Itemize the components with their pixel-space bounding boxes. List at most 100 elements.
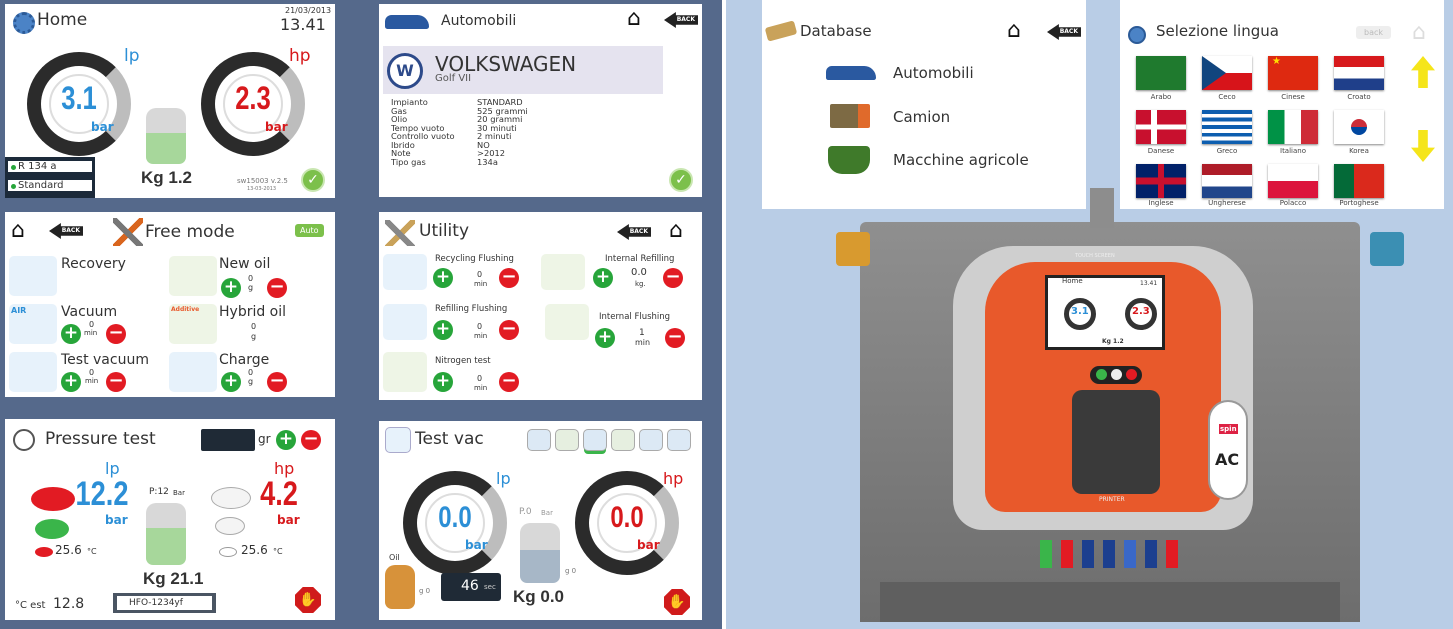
test-vacuum-label: Test vacuum <box>61 352 149 368</box>
scroll-up-arrow-icon[interactable] <box>1411 56 1435 88</box>
flag-ceco[interactable] <box>1202 56 1252 90</box>
charge-icon[interactable] <box>169 352 217 392</box>
flag-danese[interactable] <box>1136 110 1186 144</box>
mini-hp-value: 2.3 <box>1132 306 1150 317</box>
confirm-button[interactable]: ✓ <box>669 168 693 192</box>
flag-ungherese[interactable] <box>1202 164 1252 198</box>
refilling-value: 0 <box>477 322 483 331</box>
internal-refilling-plus-button[interactable]: + <box>593 268 613 288</box>
nitrogen-minus-button[interactable]: − <box>499 372 519 392</box>
spec-value: 134a <box>477 156 498 167</box>
back-button[interactable]: BACK <box>49 223 83 239</box>
confirm-button[interactable]: ✓ <box>301 168 325 192</box>
database-item-macchine-agricole[interactable]: Macchine agricole <box>893 151 1029 169</box>
oil-label: Oil <box>389 553 400 562</box>
internal-refilling-minus-button[interactable]: − <box>663 268 683 288</box>
oil-bottle-icon <box>385 565 415 609</box>
spec-row: Ibrido NO <box>391 140 561 150</box>
tab-new-oil[interactable] <box>555 429 579 451</box>
home-button[interactable]: ⌂ <box>1007 20 1021 42</box>
mini-home-title: Home <box>1062 277 1083 285</box>
mini-lp-value: 3.1 <box>1071 306 1089 317</box>
po-label: P.0 <box>519 507 532 517</box>
home-title: Home <box>37 10 88 30</box>
database-item-camion[interactable]: Camion <box>893 108 950 126</box>
flag-cinese[interactable]: ★ <box>1268 56 1318 90</box>
home-button[interactable]: ⌂ <box>669 220 683 242</box>
recovery-icon[interactable] <box>9 256 57 296</box>
test-vacuum-value: 0 <box>89 368 95 377</box>
gas-bottle-icon <box>520 523 560 583</box>
internal-refilling-label: Internal Refilling <box>605 254 675 264</box>
tools-icon <box>113 218 143 246</box>
vacuum-plus-button[interactable]: + <box>61 324 81 344</box>
timer-unit: sec <box>484 583 496 591</box>
vacuum-air: AIR <box>11 306 27 315</box>
charge-minus-button[interactable]: − <box>267 372 287 392</box>
internal-flushing-plus-button[interactable]: + <box>595 328 615 348</box>
spec-key: Tipo gas <box>391 156 426 167</box>
flag-italiano[interactable] <box>1268 110 1318 144</box>
gas-bottle-icon <box>146 108 186 164</box>
auto-button[interactable]: Auto <box>295 224 324 237</box>
stop-button[interactable]: ✋ <box>295 587 321 613</box>
hp-unit: bar <box>277 513 300 527</box>
flag-inglese[interactable] <box>1136 164 1186 198</box>
home-screen: Home 21/03/2013 13.41 lp hp 3.1 bar 2.3 … <box>5 4 335 198</box>
new-oil-icon[interactable] <box>169 256 217 296</box>
home-button[interactable]: ⌂ <box>11 220 25 242</box>
flag-korea[interactable] <box>1334 110 1384 144</box>
truck-icon <box>830 104 870 128</box>
back-button[interactable]: BACK <box>617 224 651 240</box>
back-button[interactable]: BACK <box>1047 24 1081 40</box>
stop-button[interactable]: ✋ <box>664 589 690 615</box>
tab-flush[interactable] <box>667 429 691 451</box>
back-button[interactable]: BACK <box>664 12 698 28</box>
spec-row: Controllo vuoto 2 minuti <box>391 132 561 141</box>
tab-test-vac[interactable] <box>583 429 607 451</box>
bottle-reading: g 0 <box>565 567 577 575</box>
flag-polacco[interactable] <box>1268 164 1318 198</box>
scroll-down-arrow-icon[interactable] <box>1411 130 1435 162</box>
new-oil-plus-button[interactable]: + <box>221 278 241 298</box>
database-item-automobili[interactable]: Automobili <box>893 64 974 82</box>
flag-greco[interactable] <box>1202 110 1252 144</box>
flag-arabo[interactable] <box>1136 56 1186 90</box>
recovery-label: Recovery <box>61 256 126 272</box>
recycling-minus-button[interactable]: − <box>499 268 519 288</box>
spec-table: Impianto STANDARD Gas 525 grammi Olio 20 gram… <box>391 98 561 166</box>
test-vacuum-plus-button[interactable]: + <box>61 372 81 392</box>
gr-plus-button[interactable]: + <box>276 430 296 450</box>
back-button[interactable]: back <box>1356 26 1392 39</box>
refilling-flushing-label: Refilling Flushing <box>435 304 508 314</box>
hp-label: hp <box>289 46 311 66</box>
internal-flushing-minus-button[interactable]: − <box>665 328 685 348</box>
flag-label-danese: Danese <box>1147 147 1175 155</box>
recycling-value: 0 <box>477 270 483 279</box>
tab-additive[interactable] <box>611 429 635 451</box>
tab-charge[interactable] <box>639 429 663 451</box>
home-button[interactable]: ⌂ <box>627 8 641 30</box>
hp-value: 0.0 <box>610 501 644 534</box>
flag-label-ungherese: Ungherese <box>1208 199 1246 207</box>
vacuum-minus-button[interactable]: − <box>106 324 126 344</box>
database-icon <box>764 20 798 42</box>
test-vacuum-icon[interactable] <box>9 352 57 392</box>
new-oil-minus-button[interactable]: − <box>267 278 287 298</box>
test-vacuum-minus-button[interactable]: − <box>106 372 126 392</box>
tab-recovery[interactable] <box>527 429 551 451</box>
hybrid-oil-label: Hybrid oil <box>219 304 287 320</box>
charge-plus-button[interactable]: + <box>221 372 241 392</box>
refilling-minus-button[interactable]: − <box>499 320 519 340</box>
car-icon <box>385 15 429 29</box>
nitrogen-plus-button[interactable]: + <box>433 372 453 392</box>
refilling-plus-button[interactable]: + <box>433 320 453 340</box>
gr-minus-button[interactable]: − <box>301 430 321 450</box>
recycling-plus-button[interactable]: + <box>433 268 453 288</box>
home-button[interactable]: ⌂ <box>1412 22 1426 44</box>
pressure-title: Pressure test <box>45 429 156 449</box>
internal-flushing-icon <box>545 304 589 340</box>
flag-croato[interactable] <box>1334 56 1384 90</box>
flag-portoghese[interactable] <box>1334 164 1384 198</box>
internal-flushing-label: Internal Flushing <box>599 312 671 322</box>
